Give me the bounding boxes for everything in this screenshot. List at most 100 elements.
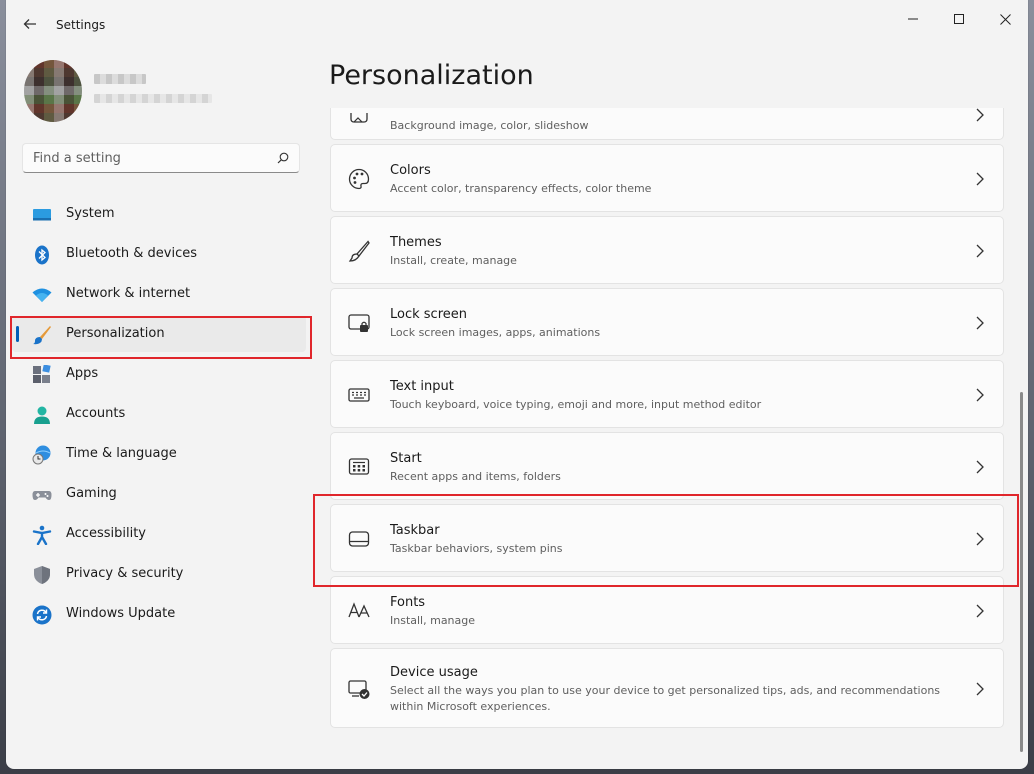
sidebar-item-network[interactable]: Network & internet (12, 276, 306, 312)
maximize-icon (954, 14, 964, 24)
sidebar-item-accounts[interactable]: Accounts (12, 396, 306, 432)
card-description: Taskbar behaviors, system pins (390, 542, 563, 555)
minimize-button[interactable] (890, 6, 936, 32)
brush-icon (33, 326, 51, 345)
chevron-right-icon (976, 532, 984, 546)
background-icon (350, 113, 368, 123)
search-box[interactable]: Find a setting (22, 143, 300, 173)
card-start[interactable]: Start Recent apps and items, folders (330, 432, 1004, 500)
search-input[interactable]: Find a setting (33, 151, 121, 166)
sidebar-item-label: Privacy & security (66, 566, 184, 581)
update-icon (32, 605, 52, 625)
sidebar-item-label: System (66, 206, 115, 221)
selection-indicator (16, 326, 19, 342)
close-icon (999, 13, 1011, 25)
shield-icon (34, 566, 50, 584)
apps-icon (33, 365, 51, 383)
card-taskbar[interactable]: Taskbar Taskbar behaviors, system pins (330, 504, 1004, 572)
sidebar-item-system[interactable]: System (12, 196, 306, 232)
chevron-right-icon (976, 316, 984, 330)
sidebar-item-label: Gaming (66, 486, 117, 501)
app-title: Settings (56, 18, 106, 32)
user-email-redacted (94, 94, 212, 103)
card-device-usage[interactable]: Device usage Select all the ways you pla… (330, 648, 1004, 728)
time-language-icon (32, 445, 51, 465)
back-arrow-icon (23, 19, 36, 29)
card-description: Background image, color, slideshow (390, 119, 589, 132)
card-title: Start (390, 451, 422, 466)
fonts-icon (348, 602, 370, 618)
card-title: Fonts (390, 595, 426, 610)
card-description: Accent color, transparency effects, colo… (390, 182, 652, 195)
card-themes[interactable]: Themes Install, create, manage (330, 216, 1004, 284)
settings-window: Settings Find a setting System Bluetooth… (6, 0, 1028, 769)
chevron-right-icon (976, 244, 984, 258)
card-lock-screen[interactable]: Lock screen Lock screen images, apps, an… (330, 288, 1004, 356)
sidebar-item-label: Time & language (66, 446, 177, 461)
chevron-right-icon (976, 460, 984, 474)
wifi-icon (32, 288, 52, 302)
sidebar-item-bluetooth[interactable]: Bluetooth & devices (12, 236, 306, 272)
avatar (24, 60, 82, 122)
chevron-right-icon (976, 682, 984, 696)
chevron-right-icon (976, 108, 984, 122)
settings-list: Background image, color, slideshow Color… (330, 108, 1004, 769)
palette-icon (348, 168, 370, 190)
card-title: Taskbar (390, 523, 440, 538)
title-bar: Settings (6, 0, 1028, 52)
back-button[interactable] (18, 12, 42, 36)
sidebar-item-privacy[interactable]: Privacy & security (12, 556, 306, 592)
device-usage-icon (348, 680, 370, 699)
card-description: Install, manage (390, 614, 476, 627)
sidebar-item-gaming[interactable]: Gaming (12, 476, 306, 512)
page-title: Personalization (329, 60, 534, 91)
sidebar-nav: System Bluetooth & devices Network & int… (12, 196, 306, 636)
gaming-icon (32, 491, 52, 500)
sidebar-item-time-language[interactable]: Time & language (12, 436, 306, 472)
card-description: Select all the ways you plan to use your… (390, 684, 941, 713)
system-icon (33, 209, 51, 221)
accounts-icon (34, 406, 50, 424)
minimize-icon (908, 18, 918, 20)
sidebar-item-label: Network & internet (66, 286, 191, 301)
card-description: Lock screen images, apps, animations (390, 326, 601, 339)
card-title: Lock screen (390, 307, 467, 322)
start-icon (348, 458, 370, 475)
card-title: Themes (390, 235, 442, 250)
card-text-input[interactable]: Text input Touch keyboard, voice typing,… (330, 360, 1004, 428)
keyboard-icon (348, 388, 370, 402)
card-title: Device usage (390, 665, 478, 680)
sidebar-item-label: Apps (66, 366, 99, 381)
chevron-right-icon (976, 172, 984, 186)
chevron-right-icon (976, 388, 984, 402)
card-fonts[interactable]: Fonts Install, manage (330, 576, 1004, 644)
maximize-button[interactable] (936, 6, 982, 32)
user-name-redacted (94, 74, 146, 84)
chevron-right-icon (976, 604, 984, 618)
bluetooth-icon (35, 245, 49, 265)
card-description: Recent apps and items, folders (390, 470, 561, 483)
lock-screen-icon (348, 314, 370, 332)
sidebar-item-personalization[interactable]: Personalization (12, 316, 306, 352)
taskbar-icon (348, 531, 370, 547)
card-title: Colors (390, 163, 431, 178)
sidebar-item-label: Accounts (66, 406, 126, 421)
sidebar-item-apps[interactable]: Apps (12, 356, 306, 392)
card-colors[interactable]: Colors Accent color, transparency effect… (330, 144, 1004, 212)
card-description: Touch keyboard, voice typing, emoji and … (390, 398, 762, 411)
vertical-scrollbar[interactable] (1020, 392, 1023, 752)
sidebar-item-label: Bluetooth & devices (66, 246, 197, 261)
sidebar-item-accessibility[interactable]: Accessibility (12, 516, 306, 552)
close-button[interactable] (982, 6, 1028, 32)
card-description: Install, create, manage (390, 254, 517, 267)
search-icon (277, 152, 289, 164)
card-background[interactable]: Background image, color, slideshow (330, 108, 1004, 140)
sidebar-item-label: Accessibility (66, 526, 146, 541)
themes-brush-icon (348, 240, 370, 262)
sidebar-item-label: Personalization (66, 326, 165, 341)
sidebar-item-windows-update[interactable]: Windows Update (12, 596, 306, 632)
card-title: Text input (390, 379, 454, 394)
sidebar-item-label: Windows Update (66, 606, 176, 621)
accessibility-icon (32, 525, 52, 545)
user-profile[interactable] (24, 58, 304, 126)
